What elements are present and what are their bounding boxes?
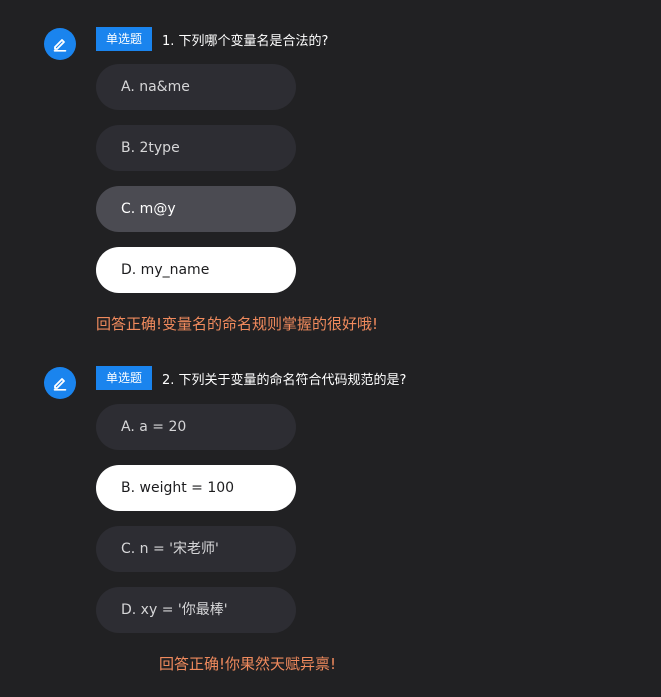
option-a[interactable]: A. a = 20: [96, 404, 296, 450]
option-d[interactable]: D. my_name: [96, 247, 296, 293]
option-a[interactable]: A. na&me: [96, 64, 296, 110]
option-c[interactable]: C. m@y: [96, 186, 296, 232]
option-b[interactable]: B. weight = 100: [96, 465, 296, 511]
edit-icon: [44, 367, 76, 399]
answer-feedback: 回答正确!你果然天赋异禀!: [159, 655, 337, 673]
question-text: 2. 下列关于变量的命名符合代码规范的是?: [162, 372, 407, 388]
question-header: 单选题 1. 下列哪个变量名是合法的?: [96, 27, 328, 51]
question-type-badge: 单选题: [96, 366, 153, 390]
option-d[interactable]: D. xy = '你最棒': [96, 587, 296, 633]
question-text: 1. 下列哪个变量名是合法的?: [162, 33, 329, 49]
option-b[interactable]: B. 2type: [96, 125, 296, 171]
edit-icon: [44, 28, 76, 60]
option-c[interactable]: C. n = '宋老师': [96, 526, 296, 572]
question-header: 单选题 2. 下列关于变量的命名符合代码规范的是?: [96, 366, 406, 390]
answer-feedback: 回答正确!变量名的命名规则掌握的很好哦!: [96, 315, 379, 333]
question-type-badge: 单选题: [96, 27, 153, 51]
